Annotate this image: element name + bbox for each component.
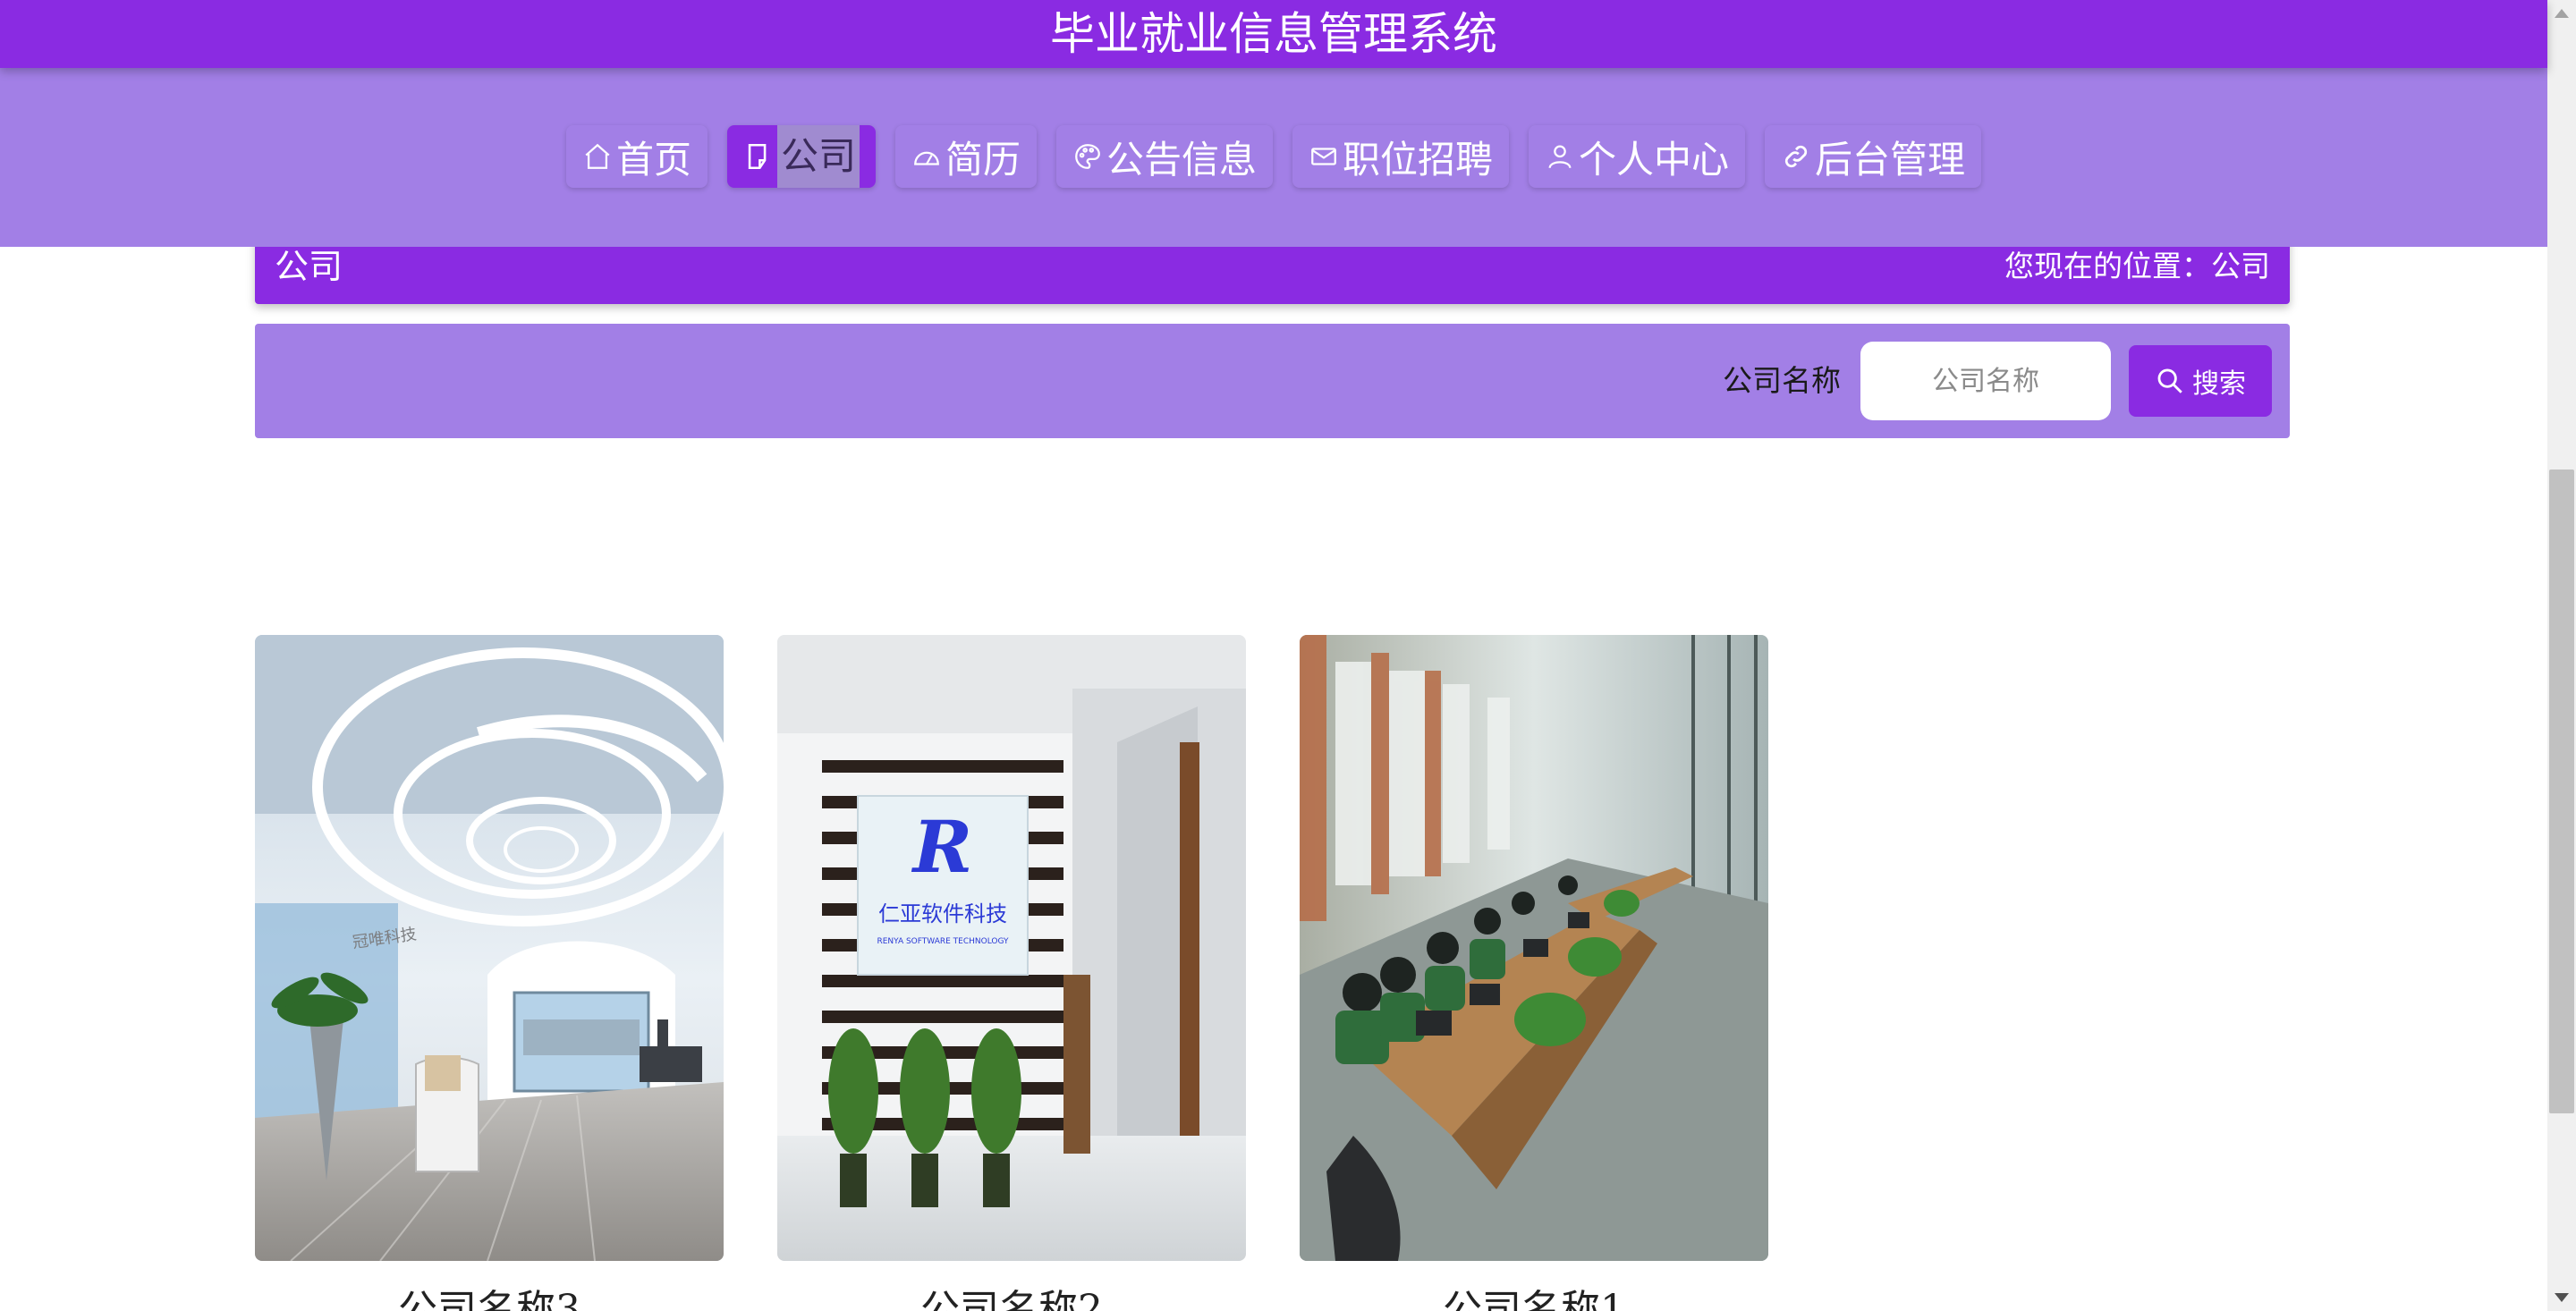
scrollbar[interactable] — [2547, 0, 2576, 1311]
svg-text:RENYA SOFTWARE TECHNOLOGY: RENYA SOFTWARE TECHNOLOGY — [877, 937, 1009, 946]
nav-label: 个人中心 — [1579, 137, 1730, 182]
nav-item-company[interactable]: 公司 — [726, 125, 876, 188]
company-image[interactable]: 冠唯科技 — [255, 635, 724, 1261]
scroll-down-arrow[interactable] — [2555, 1293, 2569, 1302]
document-icon — [748, 143, 767, 170]
nav-item-notices[interactable]: 公告信息 — [1055, 125, 1273, 188]
nav-label: 公告信息 — [1106, 137, 1257, 182]
main-nav: 首页 公司 简历 公告信息 职位招聘 个人中心 后台管理 — [0, 68, 2547, 247]
page-title: 公司 — [275, 247, 343, 286]
nav-label: 简历 — [945, 137, 1021, 182]
svg-text:R: R — [911, 805, 972, 889]
nav-label: 职位招聘 — [1343, 137, 1494, 182]
nav-label: 后台管理 — [1815, 137, 1966, 182]
company-image[interactable]: R 仁亚软件科技 RENYA SOFTWARE TECHNOLOGY — [777, 635, 1246, 1261]
company-card[interactable]: 公司名称1 — [1300, 635, 1768, 1311]
nav-item-admin[interactable]: 后台管理 — [1765, 125, 1982, 188]
company-name[interactable]: 公司名称2 — [777, 1277, 1246, 1311]
scrollbar-thumb[interactable] — [2549, 469, 2574, 1113]
search-input[interactable] — [1860, 342, 2111, 420]
search-button-label: 搜索 — [2192, 368, 2246, 400]
link-icon — [1784, 145, 1808, 168]
nav-label: 首页 — [615, 137, 691, 182]
search-button[interactable]: 搜索 — [2129, 345, 2272, 417]
company-name[interactable]: 公司名称1 — [1300, 1277, 1768, 1311]
nav-list: 首页 公司 简历 公告信息 职位招聘 个人中心 后台管理 — [0, 125, 2547, 188]
user-icon — [1548, 145, 1572, 169]
nav-item-home[interactable]: 首页 — [565, 125, 708, 188]
home-icon — [585, 143, 610, 169]
search-bar: 公司名称 搜索 — [255, 324, 2290, 438]
search-icon — [2157, 368, 2182, 393]
palette-icon — [1075, 144, 1100, 169]
nav-item-jobs[interactable]: 职位招聘 — [1292, 125, 1510, 188]
site-header: 毕业就业信息管理系统 — [0, 0, 2547, 68]
page: 毕业就业信息管理系统 首页 公司 简历 公告信息 职位招聘 个人中心 后台管理 … — [0, 0, 2576, 1311]
company-card[interactable]: R 仁亚软件科技 RENYA SOFTWARE TECHNOLOGY 公司名称2 — [777, 635, 1246, 1311]
nav-label: 公司 — [776, 125, 860, 188]
nav-item-profile[interactable]: 个人中心 — [1529, 125, 1746, 188]
company-name[interactable]: 公司名称3 — [255, 1277, 724, 1311]
cloud-icon — [914, 151, 939, 165]
site-title: 毕业就业信息管理系统 — [1050, 8, 1497, 60]
nav-item-resume[interactable]: 简历 — [894, 125, 1037, 188]
breadcrumb-location: 您现在的位置：公司 — [2004, 249, 2270, 283]
logo-text: 仁亚软件科技 — [878, 901, 1007, 926]
company-image[interactable] — [1300, 635, 1768, 1261]
company-card[interactable]: 冠唯科技 公司名称3 — [255, 635, 724, 1311]
search-label: 公司名称 — [1723, 363, 1841, 398]
scroll-up-arrow[interactable] — [2555, 9, 2569, 18]
mail-icon — [1311, 148, 1336, 165]
